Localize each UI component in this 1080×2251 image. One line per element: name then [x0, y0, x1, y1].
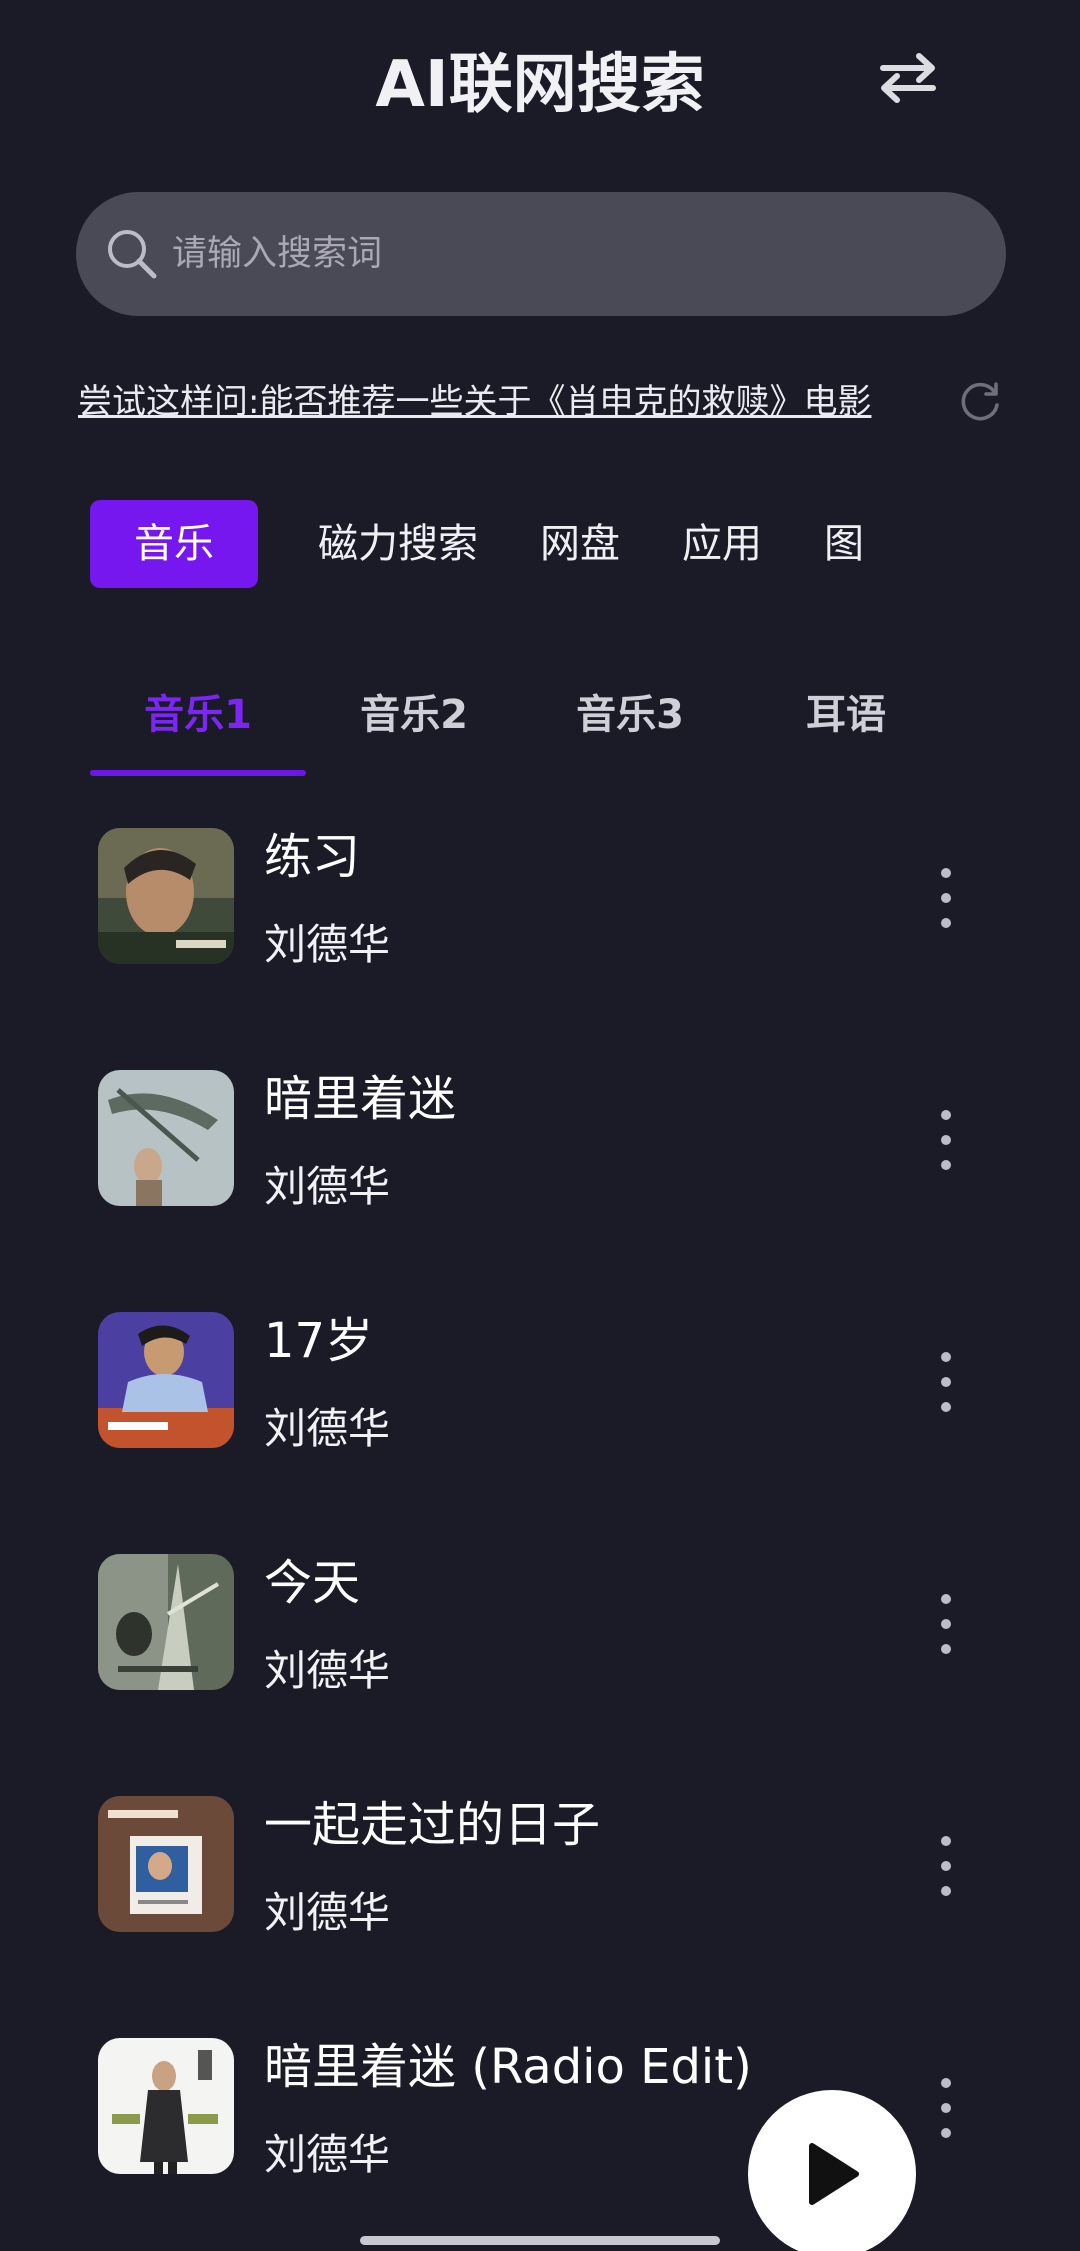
category-tab-images[interactable]: 图	[824, 500, 864, 588]
song-artist: 刘德华	[264, 920, 391, 969]
category-tab-music[interactable]: 音乐	[90, 500, 258, 588]
song-artist: 刘德华	[264, 1404, 391, 1453]
category-tab-magnet[interactable]: 磁力搜索	[318, 500, 478, 588]
song-artist: 刘德华	[264, 1162, 391, 1211]
music-source-tabs: 音乐1 音乐2 音乐3 耳语	[90, 660, 1010, 780]
song-artist: 刘德华	[264, 1646, 391, 1695]
subtab-music3[interactable]: 音乐3	[522, 660, 738, 780]
category-tab-netdisk[interactable]: 网盘	[540, 500, 620, 588]
song-title: 17岁	[264, 1313, 374, 1369]
search-bar[interactable]	[76, 191, 1006, 317]
song-title: 练习	[264, 829, 361, 885]
category-tab-apps[interactable]: 应用	[682, 500, 762, 588]
album-cover	[98, 1554, 234, 1690]
song-row[interactable]: 练习 刘德华	[0, 800, 1080, 1042]
subtab-music1[interactable]: 音乐1	[90, 660, 306, 780]
song-title: 暗里着迷	[264, 1071, 457, 1127]
subtab-whisper[interactable]: 耳语	[738, 660, 954, 780]
screen: AI联网搜索 尝试这样问:能否推荐一些关于《肖申克的救赎》电影 音乐磁力搜索网盘…	[0, 0, 1080, 2251]
song-row[interactable]: 暗里着迷 刘德华	[0, 1042, 1080, 1284]
song-title: 今天	[264, 1555, 361, 1611]
song-row[interactable]: 17岁 刘德华	[0, 1284, 1080, 1526]
more-options-icon[interactable]	[922, 1836, 970, 1896]
song-title: 暗里着迷 (Radio Edit)	[264, 2039, 752, 2095]
category-bar: 音乐 磁力搜索 网盘 应用图	[90, 500, 1080, 588]
search-input[interactable]	[170, 191, 966, 317]
more-options-icon[interactable]	[922, 1352, 970, 1412]
song-row[interactable]: 暗里着迷 (Radio Edit) 刘德华	[0, 2010, 1080, 2251]
song-row[interactable]: 今天 刘德华	[0, 1526, 1080, 1768]
song-title: 一起走过的日子	[264, 1797, 601, 1853]
switch-button[interactable]	[872, 42, 944, 114]
song-row[interactable]: 一起走过的日子 刘德华	[0, 1768, 1080, 2010]
play-icon	[809, 2143, 859, 2205]
more-options-icon[interactable]	[922, 1594, 970, 1654]
album-cover	[98, 1312, 234, 1448]
album-cover	[98, 1796, 234, 1932]
more-options-icon[interactable]	[922, 2078, 970, 2138]
album-cover	[98, 828, 234, 964]
home-indicator[interactable]	[360, 2236, 720, 2245]
more-options-icon[interactable]	[922, 1110, 970, 1170]
subtab-music2[interactable]: 音乐2	[306, 660, 522, 780]
search-icon	[104, 226, 160, 282]
refresh-suggestion-button[interactable]	[956, 376, 1006, 426]
song-artist: 刘德华	[264, 2130, 391, 2179]
song-artist: 刘德华	[264, 1888, 391, 1937]
refresh-icon	[961, 382, 999, 421]
play-button[interactable]	[748, 2090, 916, 2251]
more-options-icon[interactable]	[922, 868, 970, 928]
album-cover	[98, 2038, 234, 2174]
song-list: 练习 刘德华 暗里着迷 刘德华 17岁 刘德华 今天 刘德华 一起走过的日子 刘…	[0, 800, 1080, 2251]
album-cover	[98, 1070, 234, 1206]
swap-arrows-icon	[880, 53, 936, 103]
suggested-question[interactable]: 尝试这样问:能否推荐一些关于《肖申克的救赎》电影	[78, 372, 958, 432]
